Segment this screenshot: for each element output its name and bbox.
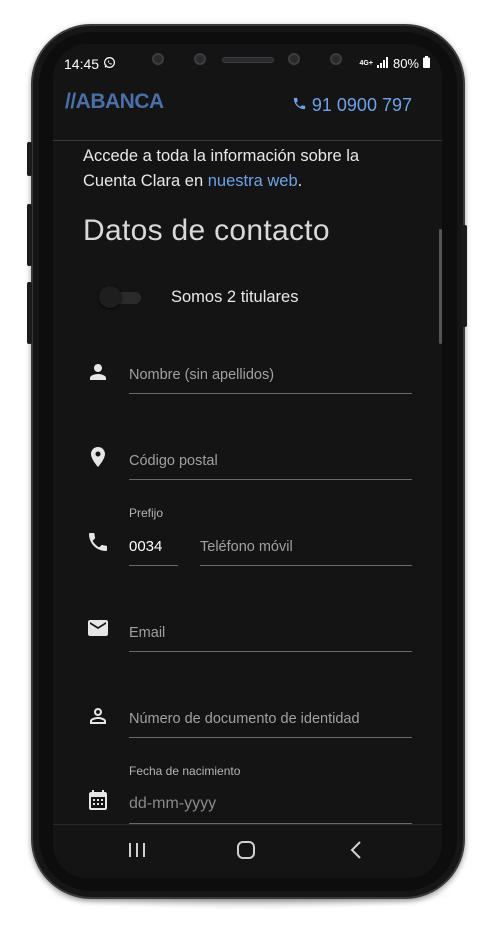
mail-icon	[86, 616, 110, 640]
side-button-bixby	[27, 142, 32, 176]
mobile-phone-placeholder: Teléfono móvil	[200, 539, 293, 555]
person-icon	[86, 360, 110, 384]
joint-holders-toggle[interactable]	[97, 284, 141, 310]
home-icon	[236, 840, 256, 865]
postal-code-placeholder: Código postal	[129, 453, 218, 469]
scrollbar[interactable]	[439, 229, 442, 344]
email-field[interactable]: Email	[129, 612, 412, 652]
whatsapp-icon	[103, 56, 116, 72]
phone-field-icon	[86, 530, 110, 554]
name-field[interactable]: Nombre (sin apellidos)	[129, 354, 412, 394]
birth-date-label: Fecha de nacimiento	[129, 764, 241, 778]
calendar-icon	[86, 788, 110, 812]
postal-code-field[interactable]: Código postal	[129, 440, 412, 480]
birth-date-field[interactable]: dd-mm-yyyy	[129, 784, 412, 824]
intro-text-after: .	[297, 172, 303, 190]
mobile-phone-field[interactable]: Teléfono móvil	[200, 526, 412, 566]
prefix-value: 0034	[129, 538, 163, 555]
recents-button[interactable]	[107, 825, 167, 878]
phone-number: 91 0900 797	[311, 95, 412, 115]
id-person-icon	[86, 704, 110, 728]
toggle-label: Somos 2 titulares	[171, 287, 299, 306]
status-time: 14:45	[64, 56, 100, 72]
battery-percent: 80%	[392, 56, 419, 71]
side-button-volume-up	[27, 204, 32, 266]
front-camera	[288, 53, 300, 65]
side-button-volume-down	[27, 282, 32, 344]
location-icon	[86, 445, 110, 469]
camera-lens	[152, 53, 164, 65]
id-document-field[interactable]: Número de documento de identidad	[129, 698, 412, 738]
intro-text: Accede a toda la información sobre la Cu…	[83, 144, 413, 194]
screen: 14:45 4G+ 80% //ABANCA 91 0900 797 Acced…	[53, 44, 442, 878]
sensor	[194, 53, 206, 65]
status-bar: 14:45 4G+ 80%	[53, 44, 442, 78]
phone-icon	[292, 95, 307, 116]
back-button[interactable]	[326, 825, 386, 878]
network-label: 4G+	[359, 60, 373, 67]
toggle-knob	[99, 286, 121, 308]
web-link[interactable]: nuestra web	[208, 172, 298, 190]
prefix-field[interactable]: 0034	[129, 526, 178, 566]
joint-holders-toggle-row[interactable]: Somos 2 titulares	[97, 284, 298, 310]
status-indicators: 4G+ 80%	[360, 56, 430, 71]
name-placeholder: Nombre (sin apellidos)	[129, 367, 275, 383]
abanca-logo[interactable]: //ABANCA	[65, 90, 164, 114]
earpiece-speaker	[222, 57, 274, 63]
status-time-group: 14:45	[64, 56, 116, 72]
signal-icon	[376, 56, 389, 71]
iris-sensor	[330, 53, 342, 65]
recents-icon	[128, 842, 146, 863]
section-title: Datos de contacto	[83, 214, 330, 247]
phone-link[interactable]: 91 0900 797	[292, 95, 412, 116]
app-header: //ABANCA 91 0900 797	[53, 78, 442, 141]
email-placeholder: Email	[129, 625, 166, 641]
birth-date-placeholder: dd-mm-yyyy	[129, 795, 217, 812]
prefix-label: Prefijo	[129, 506, 164, 520]
camera-cluster	[145, 48, 355, 70]
system-nav-bar	[53, 824, 442, 878]
back-icon	[350, 840, 362, 865]
side-button-power	[462, 225, 467, 327]
battery-icon	[423, 56, 430, 71]
id-document-placeholder: Número de documento de identidad	[129, 711, 360, 727]
home-button[interactable]	[216, 825, 276, 878]
